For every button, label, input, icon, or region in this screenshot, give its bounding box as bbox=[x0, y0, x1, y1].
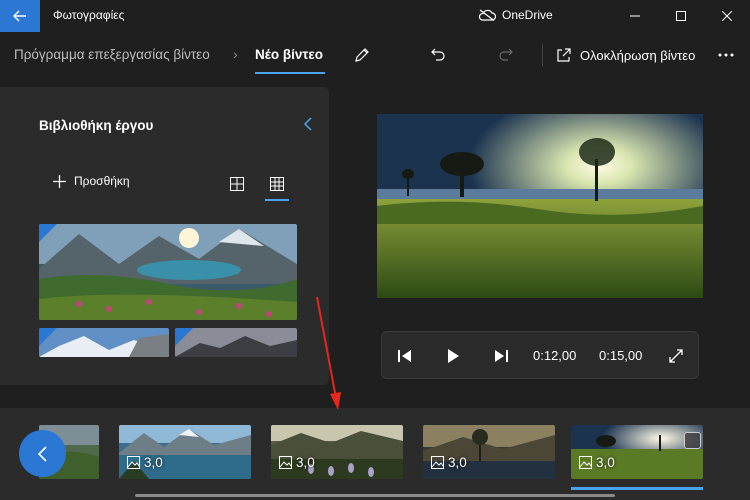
close-button[interactable] bbox=[704, 0, 750, 32]
toolbar-divider bbox=[542, 44, 543, 66]
skip-forward-icon bbox=[495, 350, 508, 362]
plus-icon bbox=[53, 174, 66, 188]
clip-3-image bbox=[423, 425, 555, 479]
selected-clip-indicator bbox=[571, 487, 703, 490]
project-library-panel: Βιβλιοθήκη έργου Προσθήκη bbox=[0, 87, 329, 385]
redo-icon bbox=[499, 48, 513, 61]
storyboard-scrollbar[interactable] bbox=[135, 494, 615, 497]
share-export-icon bbox=[557, 48, 571, 62]
storyboard-clip-2[interactable]: 3,0 bbox=[271, 425, 403, 479]
clip-duration-label: 3,0 bbox=[431, 455, 467, 470]
dusk-mountains-image bbox=[175, 328, 297, 357]
clip-select-checkbox[interactable] bbox=[684, 432, 701, 449]
rename-button[interactable] bbox=[350, 43, 374, 67]
arrow-left-icon bbox=[13, 10, 26, 22]
selection-corner-badge bbox=[175, 328, 193, 346]
video-preview[interactable] bbox=[377, 114, 703, 298]
project-library-title: Βιβλιοθήκη έργου bbox=[39, 118, 154, 133]
storyboard: 3,0 3,0 3,0 3,0 bbox=[0, 408, 750, 500]
cloud-off-icon bbox=[478, 9, 496, 21]
storyboard-clip-3[interactable]: 3,0 bbox=[423, 425, 555, 479]
fullscreen-button[interactable] bbox=[665, 345, 687, 367]
app-title: Φωτογραφίες bbox=[53, 8, 125, 22]
minimize-button[interactable] bbox=[612, 0, 658, 32]
clip-duration-label: 3,0 bbox=[127, 455, 163, 470]
editor-toolbar: Πρόγραμμα επεξεργασίας βίντεο › Νέο βίντ… bbox=[0, 32, 750, 78]
pencil-icon bbox=[355, 48, 369, 62]
total-time: 0:15,00 bbox=[599, 348, 643, 363]
snowy-peaks-image bbox=[39, 328, 169, 357]
small-grid-view-button[interactable] bbox=[266, 173, 288, 195]
undo-icon bbox=[431, 48, 445, 61]
storyboard-clip-4-selected[interactable]: 3,0 bbox=[571, 425, 703, 479]
selection-corner-badge bbox=[39, 224, 57, 242]
previous-frame-button[interactable] bbox=[394, 345, 416, 367]
clip-2-image bbox=[271, 425, 403, 479]
play-icon bbox=[448, 349, 459, 363]
chevron-left-icon bbox=[303, 117, 312, 131]
collapse-library-button[interactable] bbox=[300, 115, 318, 133]
finish-video-button[interactable]: Ολοκλήρωση βίντεο bbox=[556, 43, 695, 67]
selection-corner-badge bbox=[39, 328, 57, 346]
onedrive-label: OneDrive bbox=[502, 8, 553, 22]
mountain-lake-image bbox=[39, 224, 297, 320]
play-button[interactable] bbox=[442, 345, 464, 367]
library-thumbnail-mountain-lake[interactable] bbox=[39, 224, 297, 320]
onedrive-status[interactable]: OneDrive bbox=[478, 8, 553, 22]
back-button[interactable] bbox=[0, 0, 40, 32]
clip-duration-label: 3,0 bbox=[279, 455, 315, 470]
preview-frame-image bbox=[377, 114, 703, 298]
image-icon bbox=[579, 456, 592, 469]
more-options-button[interactable] bbox=[714, 43, 738, 67]
playback-controls: 0:12,00 0:15,00 bbox=[381, 331, 699, 379]
add-media-button[interactable]: Προσθήκη bbox=[53, 174, 130, 188]
more-icon bbox=[718, 53, 734, 57]
current-time: 0:12,00 bbox=[533, 348, 577, 363]
grid-large-icon bbox=[230, 177, 244, 191]
close-icon bbox=[722, 11, 732, 21]
image-icon bbox=[127, 456, 140, 469]
redo-button[interactable] bbox=[494, 43, 518, 67]
next-frame-button[interactable] bbox=[490, 345, 512, 367]
chevron-right-icon: › bbox=[233, 46, 238, 62]
finish-video-label: Ολοκλήρωση βίντεο bbox=[580, 47, 696, 63]
clip-duration-label: 3,0 bbox=[579, 455, 615, 470]
expand-icon bbox=[669, 349, 683, 363]
undo-button[interactable] bbox=[426, 43, 450, 67]
maximize-button[interactable] bbox=[658, 0, 704, 32]
maximize-icon bbox=[676, 11, 686, 21]
image-icon bbox=[279, 456, 292, 469]
library-thumbnail-dusk-mountains[interactable] bbox=[175, 328, 297, 357]
view-selected-indicator bbox=[265, 199, 289, 201]
minimize-icon bbox=[630, 15, 640, 17]
storyboard-scroll-left-button[interactable] bbox=[19, 430, 66, 477]
title-bar: Φωτογραφίες OneDrive bbox=[0, 0, 750, 32]
skip-back-icon bbox=[398, 350, 411, 362]
breadcrumb-underline bbox=[255, 72, 325, 74]
add-media-label: Προσθήκη bbox=[74, 174, 130, 188]
storyboard-clip-1[interactable]: 3,0 bbox=[119, 425, 251, 479]
breadcrumb-current-project[interactable]: Νέο βίντεο bbox=[255, 47, 323, 62]
image-icon bbox=[431, 456, 444, 469]
clip-1-image bbox=[119, 425, 251, 479]
breadcrumb-video-editor[interactable]: Πρόγραμμα επεξεργασίας βίντεο bbox=[14, 47, 210, 62]
grid-small-icon bbox=[270, 177, 284, 191]
library-thumbnail-snowy-peaks[interactable] bbox=[39, 328, 169, 357]
large-grid-view-button[interactable] bbox=[226, 173, 248, 195]
chevron-left-icon bbox=[37, 445, 47, 462]
